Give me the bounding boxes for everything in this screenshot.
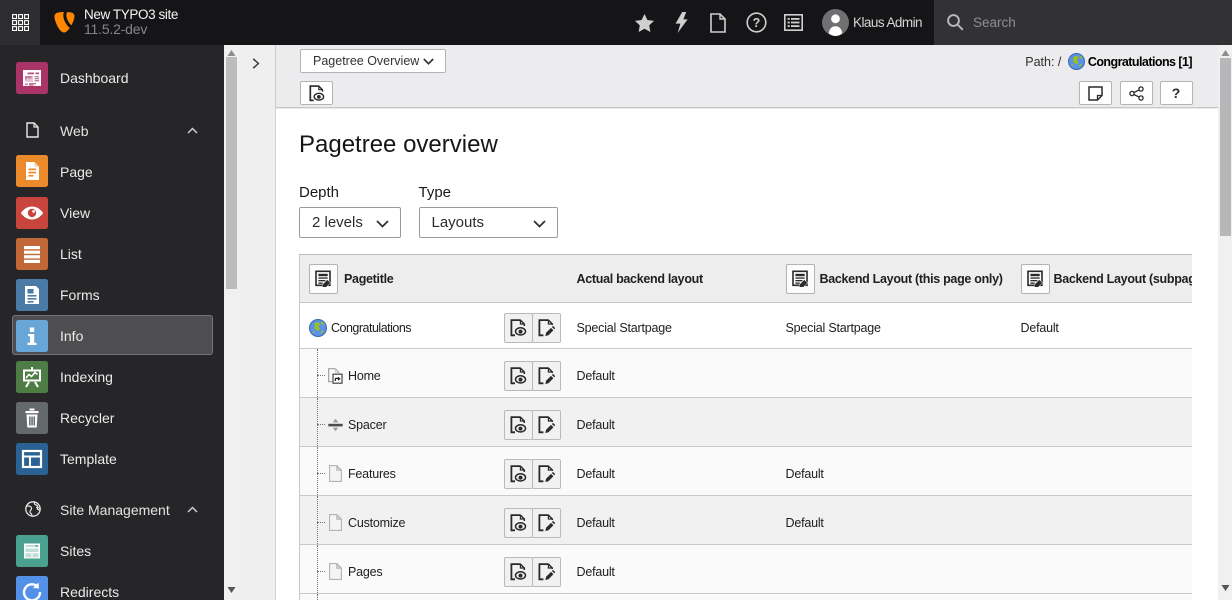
svg-text:?: ? bbox=[752, 16, 760, 30]
